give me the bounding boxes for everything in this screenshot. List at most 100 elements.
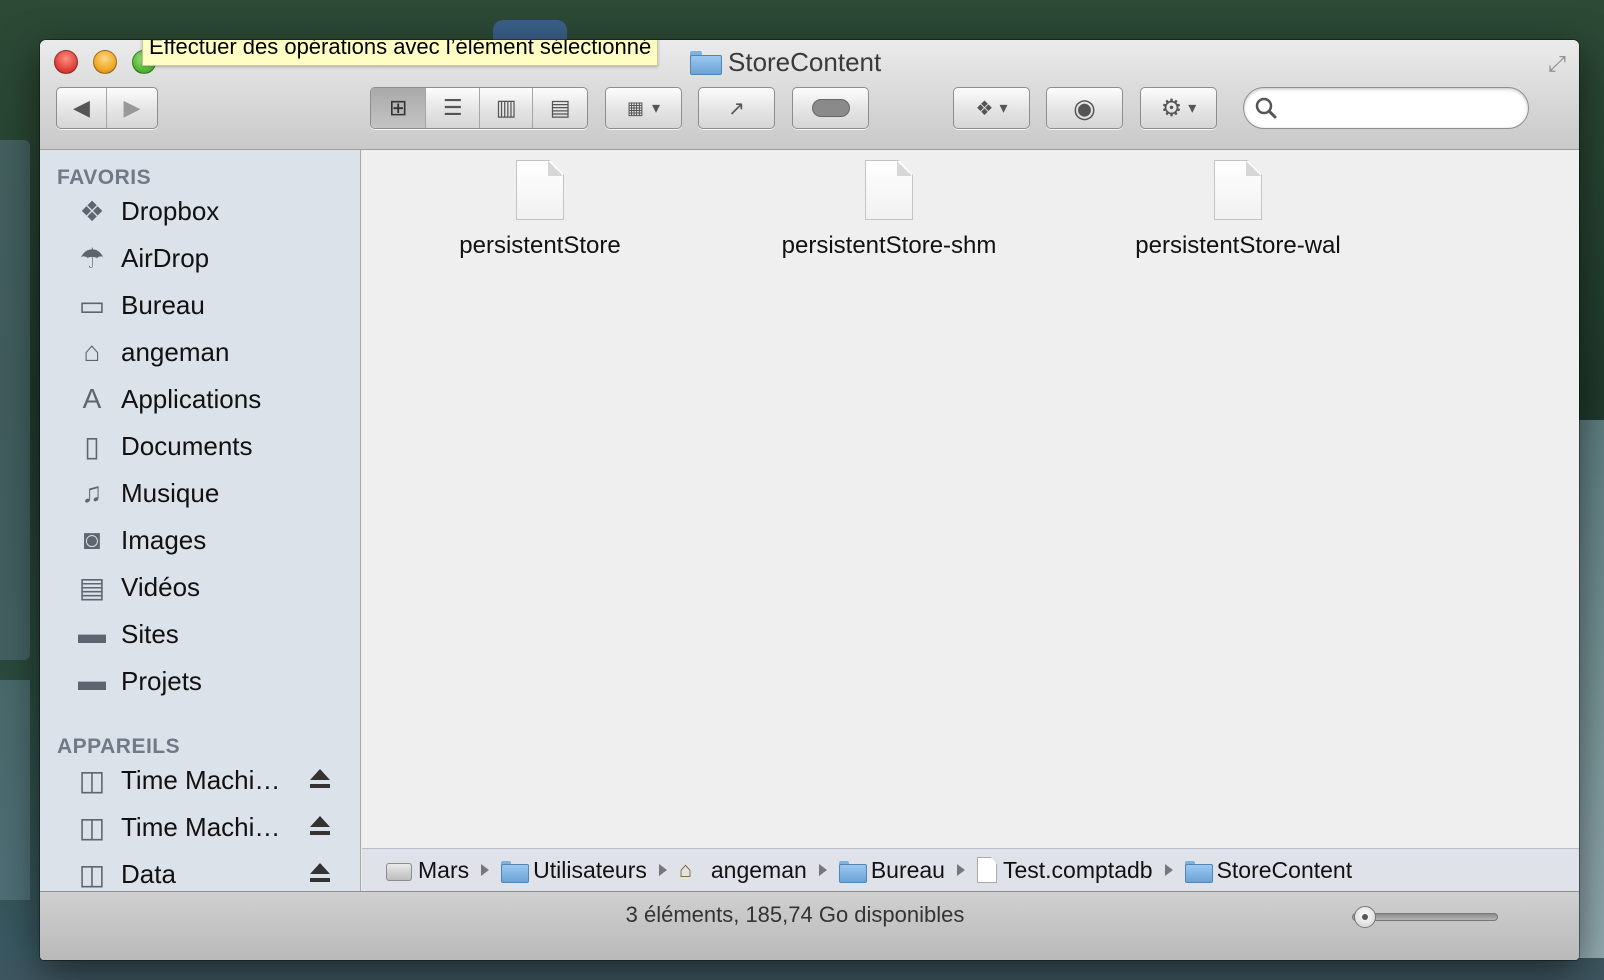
file-browser-content: persistentStore persistentStore-shm pers… (362, 150, 1579, 848)
path-bar: Mars Utilisateurs ⌂ angeman Bureau Test.… (362, 848, 1579, 891)
desktop-background (493, 20, 567, 42)
devices-heading: APPAREILS (57, 735, 181, 758)
column-view-button[interactable]: ▥ (480, 88, 534, 128)
quicklook-button[interactable]: ◉ (1046, 87, 1123, 129)
desktop-background (1576, 420, 1604, 960)
desktop-background (0, 680, 30, 900)
sidebar-item-applications[interactable]: A Applications (40, 376, 360, 422)
list-view-button[interactable]: ☰ (426, 88, 480, 128)
path-separator-icon (818, 864, 827, 876)
path-item-bureau[interactable]: Bureau (838, 857, 945, 884)
sidebar-item-videos[interactable]: ▤ Vidéos (40, 564, 360, 610)
search-field[interactable] (1243, 87, 1529, 129)
sidebar-item-angeman[interactable]: ⌂ angeman (40, 329, 360, 375)
airdrop-icon: ☂ (79, 242, 105, 274)
sidebar: FAVORIS ❖ Dropbox ☂ AirDrop ▭ Bureau ⌂ a… (40, 150, 361, 891)
sidebar-item-time-machine-1[interactable]: ◫ Time Machi… (40, 757, 360, 803)
path-item-angeman[interactable]: ⌂ angeman (679, 857, 807, 884)
path-item-utilisateurs[interactable]: Utilisateurs (501, 857, 647, 884)
music-icon: ♫ (81, 477, 103, 508)
sidebar-item-label: Time Machi… (121, 811, 281, 842)
drive-icon: ◫ (78, 764, 106, 796)
sidebar-item-label: Bureau (121, 289, 205, 320)
path-item-test-comptadb[interactable]: Test.comptadb (976, 857, 1153, 884)
eject-icon[interactable] (308, 814, 332, 840)
close-button[interactable] (54, 50, 78, 74)
sidebar-item-images[interactable]: ◙ Images (40, 517, 360, 563)
grid-icon: ⊞ (389, 95, 408, 120)
sidebar-item-label: Images (121, 524, 207, 555)
path-separator-icon (658, 864, 667, 876)
window-title: StoreContent (690, 44, 881, 80)
share-button[interactable]: ↗ (698, 87, 775, 129)
back-button[interactable]: ◀ (57, 88, 108, 128)
share-icon: ↗ (728, 97, 745, 120)
sidebar-item-label: AirDrop (121, 242, 210, 273)
columns-icon: ▥ (495, 95, 517, 120)
action-button[interactable]: ⚙ ▾ (1140, 87, 1217, 129)
document-icon (865, 160, 913, 220)
sidebar-item-label: angeman (121, 336, 230, 367)
icon-view-button[interactable]: ⊞ (371, 88, 427, 128)
sidebar-item-time-machine-2[interactable]: ◫ Time Machi… (40, 804, 360, 850)
folder-icon: ▬ (78, 618, 106, 649)
users-folder-icon (501, 858, 530, 883)
file-name: persistentStore (459, 232, 621, 259)
back-forward-buttons: ◀ ▶ (56, 87, 158, 129)
list-icon: ☰ (442, 95, 463, 120)
folder-icon (838, 858, 867, 883)
path-item-mars[interactable]: Mars (386, 857, 469, 884)
eye-icon: ◉ (1073, 92, 1096, 123)
sidebar-item-bureau[interactable]: ▭ Bureau (40, 282, 360, 328)
sidebar-item-label: Data (121, 858, 176, 889)
sidebar-item-data[interactable]: ◫ Data (40, 851, 360, 891)
drive-icon: ◫ (78, 811, 106, 843)
sidebar-item-documents[interactable]: ▯ Documents (40, 423, 360, 469)
folder-icon (1184, 858, 1213, 883)
minimize-button[interactable] (93, 50, 117, 74)
file-item[interactable]: persistentStore-shm (739, 160, 1039, 260)
sidebar-item-airdrop[interactable]: ☂ AirDrop (40, 235, 360, 281)
home-icon: ⌂ (678, 857, 693, 882)
finder-window: StoreContent ⤢ ◀ ▶ ⊞ ☰ ▥ ▤ ▦ ▾ ↗ ❖ ▾ ◉ ⚙… (40, 40, 1579, 960)
file-name: persistentStore-wal (1135, 232, 1341, 259)
sidebar-item-label: Musique (121, 477, 220, 508)
sidebar-item-sites[interactable]: ▬ Sites (40, 611, 360, 657)
sidebar-item-label: Projets (121, 665, 202, 696)
status-text: 3 éléments, 185,74 Go disponibles (625, 902, 965, 927)
path-item-label: Utilisateurs (533, 856, 647, 883)
search-input[interactable] (1286, 92, 1516, 124)
status-bar: 3 éléments, 185,74 Go disponibles (40, 891, 1579, 960)
back-arrow-icon: ◀ (73, 95, 90, 120)
document-icon (976, 857, 997, 883)
coverflow-view-button[interactable]: ▤ (533, 88, 587, 128)
fullscreen-icon[interactable]: ⤢ (1543, 50, 1571, 78)
sidebar-item-label: Dropbox (121, 195, 220, 226)
folder-icon: ▬ (78, 665, 106, 696)
home-icon: ⌂ (83, 336, 101, 367)
path-separator-icon (481, 864, 490, 876)
sidebar-item-dropbox[interactable]: ❖ Dropbox (40, 188, 360, 234)
eject-icon[interactable] (308, 767, 332, 793)
tooltip: Effectuer des opérations avec l’élément … (142, 40, 659, 66)
forward-button[interactable]: ▶ (107, 88, 157, 128)
file-item[interactable]: persistentStore-wal (1088, 160, 1388, 260)
view-mode-selector: ⊞ ☰ ▥ ▤ (370, 87, 588, 129)
dropbox-button[interactable]: ❖ ▾ (953, 87, 1030, 129)
documents-icon: ▯ (84, 430, 100, 462)
path-item-label: StoreContent (1216, 856, 1353, 883)
drive-icon: ◫ (78, 858, 106, 890)
icon-size-slider-thumb[interactable] (1354, 906, 1376, 928)
sidebar-item-label: Vidéos (121, 571, 201, 602)
sidebar-item-musique[interactable]: ♫ Musique (40, 470, 360, 516)
chevron-down-icon: ▾ (1188, 100, 1197, 117)
path-item-storecontent[interactable]: StoreContent (1184, 856, 1353, 884)
eject-icon[interactable] (308, 861, 332, 887)
dropbox-icon: ❖ (975, 97, 994, 120)
file-item[interactable]: persistentStore (390, 160, 690, 260)
sidebar-item-projets[interactable]: ▬ Projets (40, 658, 360, 704)
tags-button[interactable] (792, 87, 869, 129)
forward-arrow-icon: ▶ (123, 95, 141, 120)
arrange-button[interactable]: ▦ ▾ (605, 87, 682, 129)
desktop-background (0, 140, 30, 660)
